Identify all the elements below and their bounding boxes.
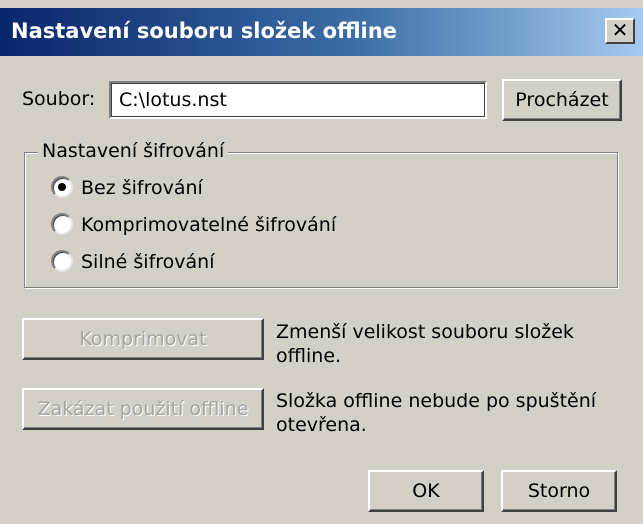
- radio-button-selected[interactable]: [51, 176, 73, 198]
- cancel-button[interactable]: Storno: [501, 470, 617, 512]
- close-button[interactable]: ✕: [605, 18, 635, 44]
- compress-description: Zmenší velikost souboru složek offline.: [276, 321, 574, 367]
- radio-button[interactable]: [51, 250, 73, 272]
- compress-button[interactable]: Komprimovat: [22, 318, 264, 360]
- radio-dot: [58, 183, 66, 191]
- disable-offline-description: Složka offline nebude po spuštění otevře…: [276, 390, 597, 436]
- radio-label-compressible-encryption: Komprimovatelné šifrování: [81, 214, 337, 236]
- browse-button[interactable]: Procházet: [502, 79, 622, 121]
- encryption-group-label: Nastavení šifrování: [38, 138, 229, 164]
- radio-label-strong-encryption: Silné šifrování: [81, 251, 215, 273]
- radio-label-no-encryption: Bez šifrování: [81, 177, 203, 199]
- file-label: Soubor:: [22, 88, 96, 110]
- ok-button[interactable]: OK: [368, 470, 484, 512]
- radio-button[interactable]: [51, 213, 73, 235]
- disable-offline-button[interactable]: Zakázat použití offline: [22, 388, 264, 430]
- file-path-input[interactable]: C:\lotus.nst: [109, 81, 487, 119]
- window-title: Nastavení souboru složek offline: [11, 19, 397, 43]
- title-bar[interactable]: Nastavení souboru složek offline ✕: [0, 8, 643, 56]
- offline-folder-settings-dialog: Nastavení souboru složek offline ✕ Soubo…: [0, 0, 643, 524]
- close-icon: ✕: [611, 18, 629, 42]
